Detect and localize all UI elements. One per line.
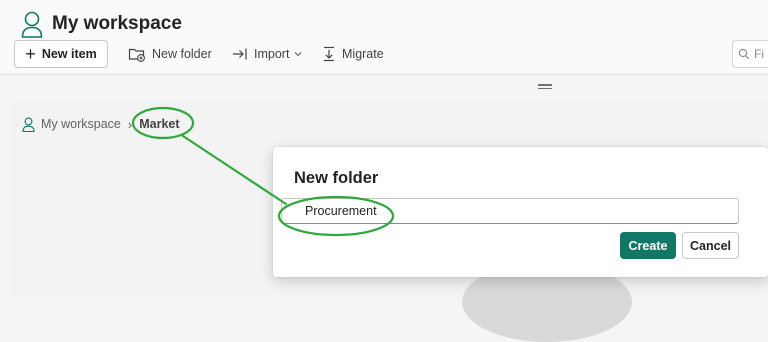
person-icon (22, 117, 35, 132)
new-folder-label: New folder (152, 47, 212, 61)
breadcrumb-current: Market (139, 117, 180, 131)
page-title: My workspace (52, 13, 182, 34)
migrate-icon (324, 46, 334, 62)
new-folder-button[interactable]: New folder (128, 40, 212, 68)
pane-resize-handle[interactable] (538, 84, 552, 90)
toolbar: + New item New folder Import Migrate (0, 40, 768, 68)
folder-name-input[interactable] (281, 198, 739, 224)
breadcrumb: My workspace › Market (22, 115, 180, 133)
new-folder-dialog: New folder Create Cancel (273, 147, 768, 277)
import-arrow-icon (233, 48, 247, 60)
cancel-button[interactable]: Cancel (682, 232, 739, 259)
new-item-button[interactable]: + New item (14, 40, 108, 68)
search-input[interactable]: Fi (732, 40, 768, 68)
import-button[interactable]: Import (232, 40, 303, 68)
workspace-header: My workspace + New item New folder Impor… (0, 0, 768, 75)
create-button[interactable]: Create (620, 232, 676, 259)
new-item-label: New item (41, 47, 97, 61)
breadcrumb-root-link[interactable]: My workspace (41, 117, 121, 131)
person-icon (21, 11, 43, 38)
chevron-down-icon (295, 52, 302, 57)
folder-add-icon (128, 48, 145, 62)
import-label: Import (254, 47, 290, 61)
chevron-right-icon: › (127, 116, 133, 132)
dialog-title: New folder (294, 169, 379, 187)
migrate-label: Migrate (342, 47, 384, 61)
search-icon (738, 48, 750, 60)
plus-icon: + (25, 44, 36, 64)
search-placeholder: Fi (754, 47, 764, 61)
migrate-button[interactable]: Migrate (322, 40, 384, 68)
